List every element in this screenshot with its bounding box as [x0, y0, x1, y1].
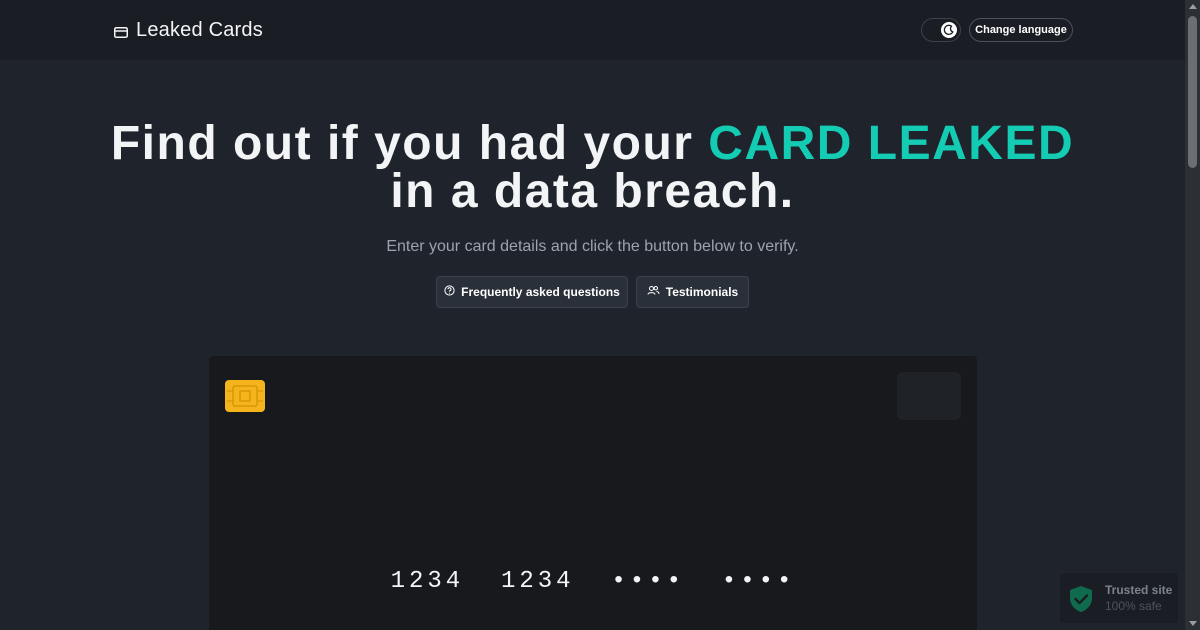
- trusted-site-title: Trusted site: [1105, 583, 1173, 597]
- top-navigation-bar: Leaked Cards Change language: [0, 0, 1185, 60]
- card-number-display: 1234 1234 •••• ••••: [390, 568, 796, 595]
- testimonials-button[interactable]: Testimonials: [636, 276, 749, 308]
- faq-button-label: Frequently asked questions: [461, 285, 620, 299]
- brand[interactable]: Leaked Cards: [114, 18, 263, 42]
- shield-check-icon: [1068, 585, 1094, 618]
- hero-title-suffix: in a data breach.: [390, 165, 795, 218]
- credit-card-icon: [114, 25, 128, 38]
- hero-subtitle: Enter your card details and click the bu…: [386, 238, 799, 255]
- brand-title: Leaked Cards: [136, 18, 263, 41]
- trusted-site-badge[interactable]: Trusted site 100% safe: [1060, 573, 1178, 623]
- credit-card-preview: 1234 1234 •••• ••••: [209, 356, 977, 630]
- moon-icon: [941, 22, 957, 38]
- testimonials-button-label: Testimonials: [665, 285, 739, 299]
- trusted-site-subtitle: 100% safe: [1105, 599, 1162, 613]
- hero-title-prefix: Find out if you had your: [110, 117, 694, 170]
- question-circle-icon: [444, 285, 455, 299]
- scroll-up-arrow-icon[interactable]: [1189, 4, 1197, 9]
- faq-button[interactable]: Frequently asked questions: [436, 276, 628, 308]
- card-brand-logo-placeholder: [897, 372, 961, 420]
- users-icon: [647, 285, 660, 299]
- scrollbar-thumb[interactable]: [1188, 16, 1197, 168]
- hero-title: Find out if you had your CARD LEAKED in …: [0, 120, 1185, 216]
- hero-title-accent: CARD LEAKED: [708, 117, 1075, 170]
- scroll-down-arrow-icon[interactable]: [1189, 621, 1197, 626]
- card-chip-icon: [225, 380, 265, 412]
- change-language-button[interactable]: Change language: [969, 18, 1073, 42]
- theme-toggle[interactable]: [921, 18, 961, 42]
- page-scrollbar[interactable]: [1185, 0, 1200, 630]
